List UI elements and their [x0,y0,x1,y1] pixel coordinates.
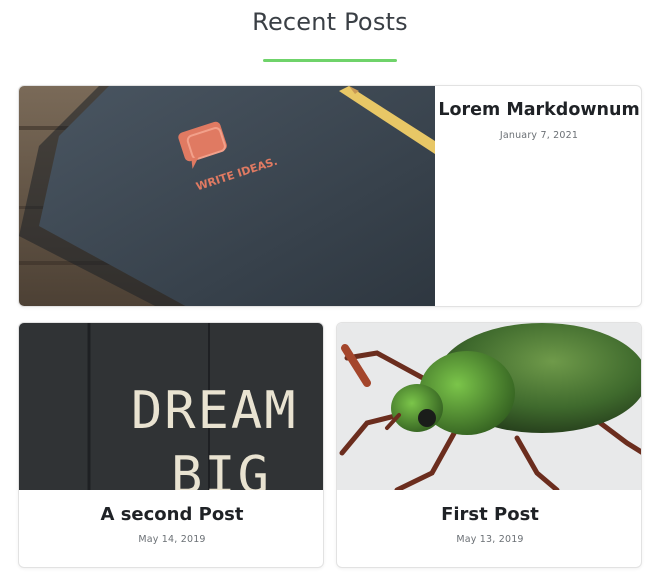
section-title: Recent Posts [252,8,408,36]
big-text: BIG [171,446,271,490]
post-card-first[interactable]: First Post May 13, 2019 [336,322,642,568]
dream-text: DREAM [131,381,298,441]
beetle-image [337,323,641,490]
title-underline [263,59,397,62]
post-date: May 14, 2019 [138,534,206,546]
post-meta: Lorem Markdownum January 7, 2021 [435,99,641,141]
post-thumbnail-notebook[interactable]: WRITE IDEAS. [19,86,435,306]
post-card-second[interactable]: DREAM BIG A second Post May 14, 2019 [18,322,324,568]
post-title[interactable]: Lorem Markdownum [435,99,641,122]
post-title[interactable]: A second Post [19,503,323,526]
post-date: May 13, 2019 [456,534,524,546]
post-thumbnail-beetle[interactable] [337,323,641,490]
recent-posts-page: Recent Posts WRITE IDEAS. Lorem Markdown… [0,0,660,582]
notebook-image: WRITE IDEAS. [19,86,435,306]
post-meta: First Post May 13, 2019 [337,503,641,546]
post-meta: A second Post May 14, 2019 [19,503,323,546]
post-title[interactable]: First Post [337,503,641,526]
dream-big-image: DREAM BIG [19,323,323,490]
post-thumbnail-dream-big[interactable]: DREAM BIG [19,323,323,490]
post-date: January 7, 2021 [499,129,579,141]
post-card-featured[interactable]: WRITE IDEAS. Lorem Markdownum January 7,… [18,85,642,307]
